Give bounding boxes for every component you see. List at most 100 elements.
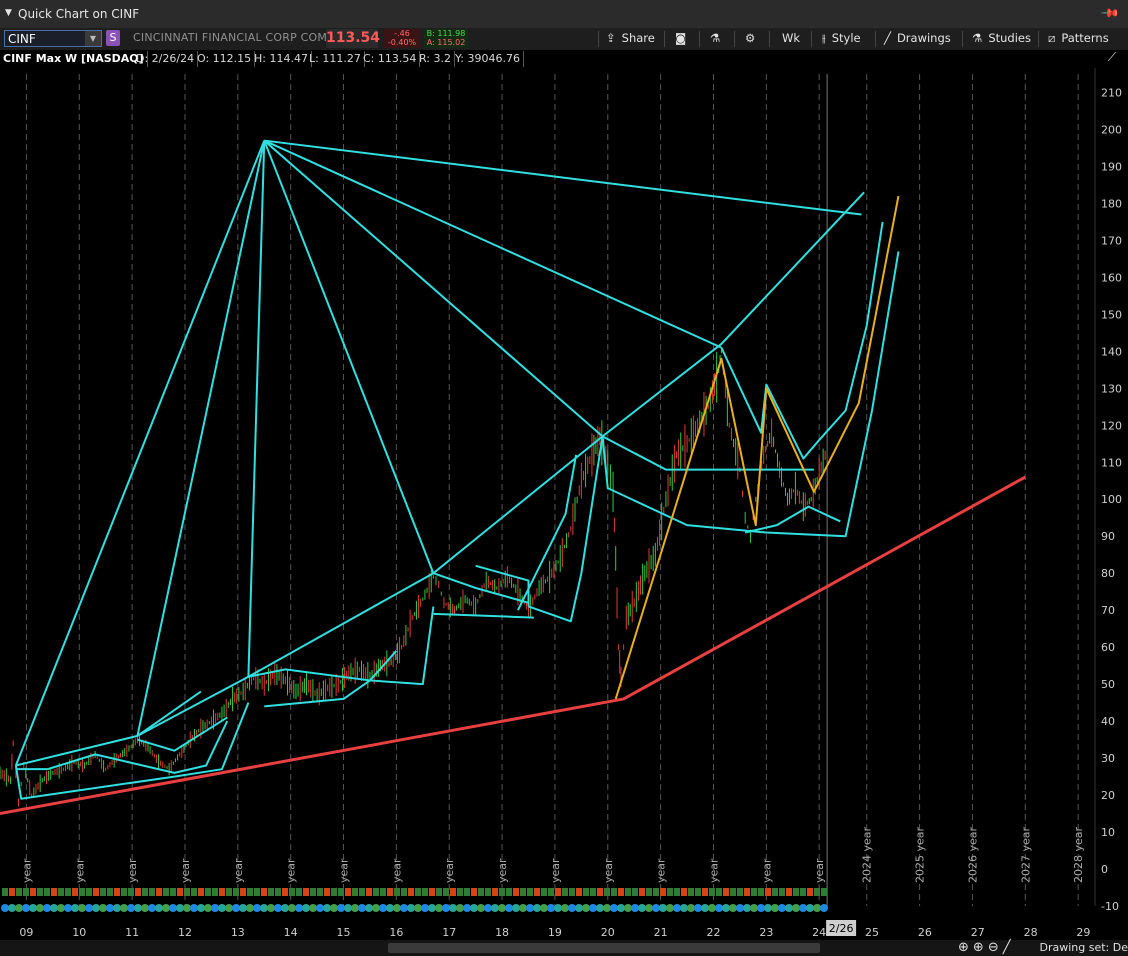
event-marker xyxy=(449,904,457,912)
event-marker xyxy=(267,904,275,912)
dividend-marker xyxy=(499,888,505,896)
x-tick-label: 27 xyxy=(971,926,985,939)
camera-icon: ◙ xyxy=(675,31,687,45)
dividend-marker xyxy=(653,888,659,896)
dividend-marker xyxy=(772,888,778,896)
toolbar-separator xyxy=(598,31,599,47)
symbol-input[interactable]: CINF ▼ xyxy=(4,30,102,47)
dividend-marker xyxy=(23,888,29,896)
event-marker xyxy=(547,904,555,912)
x-tick-label: 10 xyxy=(72,926,86,939)
year-marker-label: year xyxy=(655,858,668,883)
bid-price: B: 111.98 xyxy=(426,29,466,38)
timeframe-button[interactable]: Wk xyxy=(782,29,800,48)
dividend-marker xyxy=(520,888,526,896)
event-marker xyxy=(596,904,604,912)
event-marker xyxy=(806,904,814,912)
dividend-marker xyxy=(758,888,764,896)
x-tick-label: 24 xyxy=(812,926,826,939)
status-volume: Y: 39046.76 xyxy=(452,51,524,67)
flask-button[interactable]: ⚗ xyxy=(710,29,726,48)
dividend-marker xyxy=(632,888,638,896)
price-chart[interactable]: year year year year year year year year year year… xyxy=(0,68,1128,940)
event-marker xyxy=(400,904,408,912)
dividend-marker xyxy=(191,888,197,896)
event-marker xyxy=(239,904,247,912)
studies-button[interactable]: ⚗ Studies xyxy=(972,29,1031,48)
patterns-button[interactable]: ⧄ Patterns xyxy=(1048,29,1109,48)
dividend-marker xyxy=(156,888,162,896)
pan-icon[interactable]: ⊕ xyxy=(958,940,969,955)
y-tick-label: 140 xyxy=(1101,345,1122,358)
event-marker xyxy=(645,904,653,912)
event-marker xyxy=(407,904,415,912)
dividend-marker xyxy=(177,888,183,896)
dividend-marker xyxy=(254,888,260,896)
zoom-in-icon[interactable]: ⊕ xyxy=(973,940,984,955)
event-marker xyxy=(799,904,807,912)
dividend-marker xyxy=(779,888,785,896)
price-status-bar: CINF Max W [NASDAQ] D: 2/26/24 O: 112.15… xyxy=(0,50,1128,68)
y-tick-label: 50 xyxy=(1101,678,1115,691)
x-tick-label: 28 xyxy=(1024,926,1038,939)
last-price: 113.54 xyxy=(326,29,381,48)
collapse-chevron-icon[interactable]: ▼ xyxy=(5,8,12,18)
style-button[interactable]: ⫲ Style xyxy=(822,29,861,48)
year-marker-label: year xyxy=(707,858,720,883)
y-tick-label: 160 xyxy=(1101,271,1122,284)
drawing-tool-icon[interactable]: ╱ xyxy=(1003,940,1011,955)
event-marker xyxy=(715,904,723,912)
symbol-dropdown-icon[interactable]: ▼ xyxy=(85,31,101,46)
y-tick-label: 80 xyxy=(1101,567,1115,580)
event-marker xyxy=(141,904,149,912)
dividend-marker xyxy=(415,888,421,896)
pin-icon[interactable]: 📌 xyxy=(1100,3,1120,23)
drawings-button[interactable]: ╱ Drawings xyxy=(884,29,951,48)
y-tick-label: 110 xyxy=(1101,456,1122,469)
y-tick-label: 130 xyxy=(1101,382,1122,395)
event-marker xyxy=(764,904,772,912)
dividend-marker xyxy=(86,888,92,896)
event-marker xyxy=(260,904,268,912)
dividend-marker xyxy=(289,888,295,896)
symbol-badge[interactable]: S xyxy=(106,30,120,46)
dividend-marker xyxy=(65,888,71,896)
settings-button[interactable]: ⚙ xyxy=(745,29,761,48)
dividend-marker xyxy=(492,888,498,896)
scrollbar-thumb[interactable] xyxy=(388,943,820,953)
event-marker xyxy=(85,904,93,912)
y-tick-label: 70 xyxy=(1101,604,1115,617)
zoom-out-icon[interactable]: ⊖ xyxy=(988,940,999,955)
dividend-marker xyxy=(814,888,820,896)
dividend-marker xyxy=(569,888,575,896)
dividend-marker xyxy=(807,888,813,896)
pencil-line-icon: ╱ xyxy=(884,31,891,45)
crosshair-style-icon[interactable]: ⟋ xyxy=(1102,50,1122,68)
x-tick-label: 21 xyxy=(654,926,668,939)
event-marker xyxy=(659,904,667,912)
event-marker xyxy=(204,904,212,912)
event-marker xyxy=(680,904,688,912)
x-tick-label: 20 xyxy=(601,926,615,939)
snapshot-button[interactable]: ◙ xyxy=(675,29,692,48)
event-marker xyxy=(589,904,597,912)
event-marker xyxy=(183,904,191,912)
dividend-marker xyxy=(219,888,225,896)
event-marker xyxy=(820,904,828,912)
event-marker xyxy=(638,904,646,912)
dividend-marker xyxy=(296,888,302,896)
event-marker xyxy=(162,904,170,912)
dividend-marker xyxy=(695,888,701,896)
dividend-marker xyxy=(723,888,729,896)
event-marker xyxy=(57,904,65,912)
dividend-marker xyxy=(506,888,512,896)
event-marker xyxy=(519,904,527,912)
share-button[interactable]: ⇪ Share xyxy=(606,29,655,48)
dividend-marker xyxy=(436,888,442,896)
event-marker xyxy=(372,904,380,912)
event-marker xyxy=(687,904,695,912)
event-marker xyxy=(148,904,156,912)
event-marker xyxy=(470,904,478,912)
dividend-marker xyxy=(730,888,736,896)
toolbar-separator xyxy=(962,31,963,47)
